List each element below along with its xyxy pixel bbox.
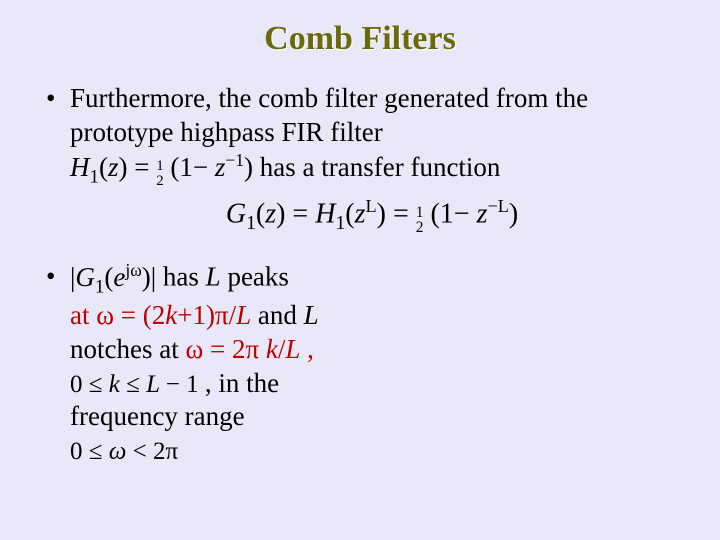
bullet-2: |G1(ejω)| has L peaks at ω = (2k+1)π/L a… <box>70 260 674 468</box>
b2-range-omega: 0 ≤ ω < 2π <box>70 438 178 465</box>
b2-and: and <box>258 300 297 330</box>
b2-mag-expr: |G1(ejω)| <box>70 260 156 299</box>
b2-notches-pre: notches at <box>70 334 185 364</box>
bullet-list: Furthermore, the comb filter generated f… <box>46 82 674 468</box>
b2-in-the: , in the <box>205 368 279 398</box>
b2-has: has <box>163 262 199 292</box>
slide-title: Comb Filters <box>46 20 674 58</box>
b2-notches-at: ω = 2π k/L <box>185 334 307 364</box>
b2-freq-range: frequency range <box>70 401 245 431</box>
b2-range-k: 0 ≤ k ≤ L − 1 <box>70 371 205 398</box>
b2-peaks-word: peaks <box>227 262 288 292</box>
b2-L-peaks: L <box>206 262 221 292</box>
b2-trailing-comma: , <box>307 334 314 364</box>
b2-peaks-at: at ω = (2k+1)π/L <box>70 300 258 330</box>
b1-eq-g1z: G1(z) = H1(zL) = 12 (1− z−L) <box>70 195 674 236</box>
b1-text-mid: has a transfer function <box>260 151 501 181</box>
bullet-1: Furthermore, the comb filter generated f… <box>70 82 674 236</box>
b2-L-notches: L <box>304 300 319 330</box>
b1-text-pre: Furthermore, the comb filter generated f… <box>70 83 588 147</box>
slide: Comb Filters Furthermore, the comb filte… <box>0 0 720 540</box>
b1-eq-h1z: H1(z) = 12 (1− z−1) <box>70 150 253 189</box>
